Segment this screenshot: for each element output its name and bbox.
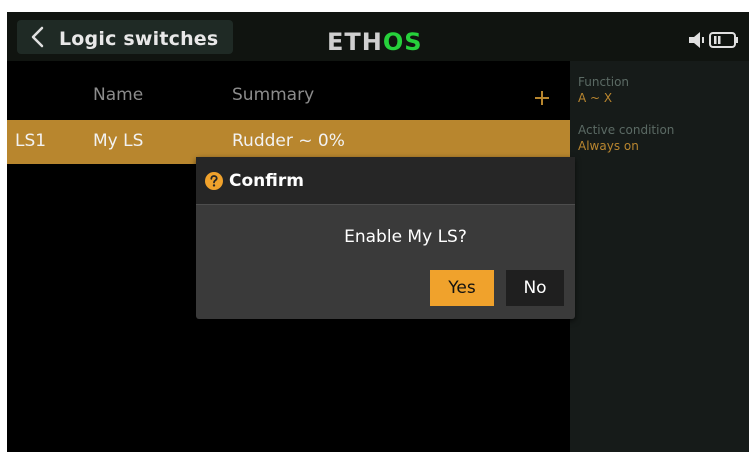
row-name: My LS [93, 131, 144, 151]
row-id: LS1 [15, 131, 47, 151]
page-title: Logic switches [59, 28, 219, 50]
table-header: Name Summary [7, 61, 570, 120]
row-summary: Rudder ~ 0% [232, 131, 345, 151]
battery-icon[interactable] [709, 32, 739, 48]
speaker-icon[interactable] [687, 30, 707, 50]
details-side-panel: Function A ~ X Active condition Always o… [570, 61, 749, 452]
plus-icon[interactable] [529, 85, 555, 111]
logo-os: OS [382, 28, 423, 56]
logo-eth: ETH [327, 28, 383, 56]
no-button[interactable]: No [506, 270, 564, 306]
column-header-summary: Summary [232, 85, 315, 105]
dialog-header: Confirm [196, 157, 575, 205]
chevron-left-icon[interactable] [27, 26, 49, 48]
top-bar: Logic switches ETHOS [7, 12, 749, 61]
radio-screen: Logic switches ETHOS Name Summary LS1 My [7, 12, 749, 452]
function-label: Function [578, 75, 630, 89]
active-condition-value: Always on [578, 139, 639, 153]
dialog-title: Confirm [229, 171, 304, 191]
confirm-dialog: Confirm Enable My LS? Yes No [196, 157, 575, 319]
dialog-message: Enable My LS? [344, 227, 467, 247]
question-icon [205, 172, 223, 190]
yes-button[interactable]: Yes [430, 270, 494, 306]
function-value: A ~ X [578, 91, 613, 105]
ethos-logo: ETHOS [327, 30, 423, 54]
column-header-name: Name [93, 85, 144, 105]
active-condition-label: Active condition [578, 123, 675, 137]
